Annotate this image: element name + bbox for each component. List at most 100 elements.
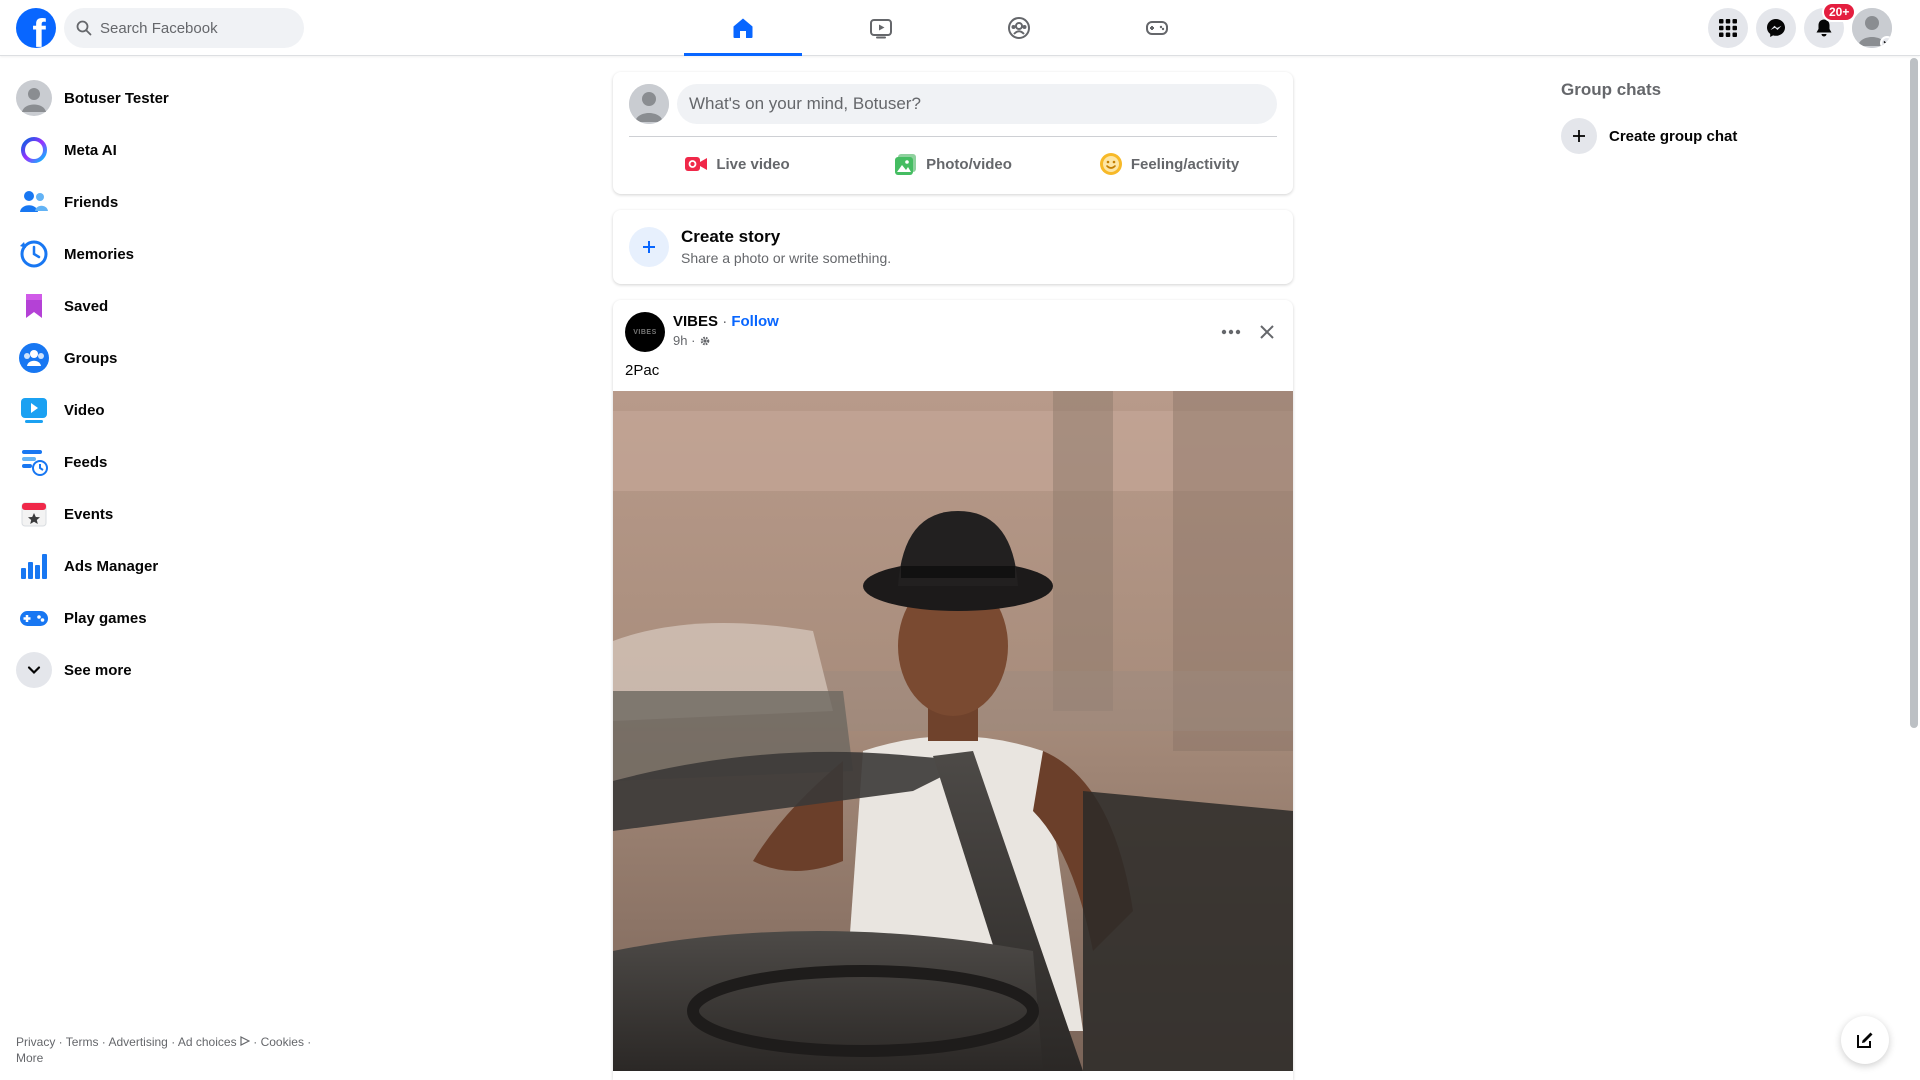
notifications-button[interactable]: 20+ [1804,2,1857,48]
menu-button[interactable] [1708,8,1748,48]
gamepad-icon [16,600,52,636]
chevron-down-icon [1880,36,1892,48]
bar-chart-icon [16,548,52,584]
ad-choices-link[interactable]: Ad choices [178,1035,237,1049]
post-text: 2Pac [625,362,660,379]
advertising-link[interactable]: Advertising [108,1035,167,1049]
cookies-link[interactable]: Cookies [261,1035,304,1049]
close-icon [1260,325,1274,339]
follow-link[interactable]: Follow [731,313,779,330]
create-group-chat-label: Create group chat [1609,127,1738,145]
sidebar-item-profile[interactable]: Botuser Tester [8,72,348,124]
left-sidebar: Botuser Tester Meta AI Friends Memories … [8,72,348,696]
top-navigation-bar: f 20+ [0,0,1920,56]
sidebar-item-label: Friends [64,193,119,211]
sidebar-item-meta-ai[interactable]: Meta AI [8,124,348,176]
composer-actions: Live video Photo/video Feeling/activity [629,144,1277,184]
page-scrollbar[interactable] [1908,56,1920,1080]
footer-links: Privacy · Terms · Advertising · Ad choic… [16,1035,312,1065]
ad-choices-icon [240,1036,251,1046]
tab-home[interactable] [680,0,806,56]
search-input[interactable] [100,19,280,37]
friends-icon [16,184,52,220]
video-icon [16,392,52,428]
plus-icon [629,227,669,267]
photo-icon [895,154,917,175]
account-avatar-button[interactable] [1852,8,1892,48]
bookmark-icon [16,288,52,324]
feeds-icon [16,444,52,480]
meta-ai-icon [16,132,52,168]
post-composer: What's on your mind, Botuser? Live video… [613,72,1293,194]
sidebar-item-video[interactable]: Video [8,384,348,436]
groups-icon [16,340,52,376]
main-nav-tabs [680,0,1232,56]
sidebar-item-label: Video [64,401,105,419]
avatar[interactable]: VIBES [625,312,665,352]
post-timestamp: 9h · [673,333,711,348]
home-icon [733,18,753,38]
search-box[interactable] [64,8,304,48]
sidebar-item-label: Meta AI [64,141,117,159]
sidebar-item-label: Saved [64,297,109,315]
tab-video[interactable] [818,0,944,56]
sidebar-item-memories[interactable]: Memories [8,228,348,280]
feeling-activity-button[interactable]: Feeling/activity [1061,144,1277,184]
sidebar-item-events[interactable]: Events [8,488,348,540]
new-message-button[interactable] [1841,1016,1889,1064]
feed-post: VIBES VIBES · Follow 9h · 2Pac [613,300,1293,1080]
tab-gaming[interactable] [1094,0,1220,56]
more-link[interactable]: More [16,1051,43,1065]
post-image[interactable] [613,391,1293,1071]
group-chats-heading: Group chats [1561,80,1662,99]
notification-badge: 20+ [1822,2,1857,22]
tab-groups[interactable] [956,0,1082,56]
sidebar-item-saved[interactable]: Saved [8,280,348,332]
sidebar-item-groups[interactable]: Groups [8,332,348,384]
chevron-down-icon [16,652,52,688]
top-right-actions: 20+ [1708,2,1892,48]
scrollbar-thumb[interactable] [1910,58,1918,728]
avatar[interactable] [629,84,669,124]
sidebar-item-label: Ads Manager [64,557,159,575]
post-author-line: VIBES · Follow [673,313,779,330]
sidebar-item-feeds[interactable]: Feeds [8,436,348,488]
grid-menu-icon [1719,19,1737,37]
video-play-icon [870,19,892,39]
privacy-link[interactable]: Privacy [16,1035,55,1049]
live-video-icon [685,157,708,171]
sidebar-item-ads-manager[interactable]: Ads Manager [8,540,348,592]
calendar-star-icon [16,496,52,532]
sidebar-item-label: Play games [64,609,147,627]
sidebar-item-label: Events [64,505,114,523]
plus-icon [1561,118,1597,154]
create-story-title: Create story [681,227,781,246]
divider [629,136,1277,137]
gear-icon [700,336,710,345]
compose-edit-icon [1857,1032,1873,1048]
terms-link[interactable]: Terms [66,1035,99,1049]
whats-on-your-mind-input[interactable]: What's on your mind, Botuser? [677,84,1277,124]
sidebar-item-label: Feeds [64,453,108,471]
photo-video-button[interactable]: Photo/video [845,144,1061,184]
sidebar-item-label: Groups [64,349,118,367]
messenger-icon [1767,19,1785,37]
messenger-button[interactable] [1756,8,1796,48]
facebook-logo-icon[interactable]: f [16,8,56,48]
sidebar-item-play-games[interactable]: Play games [8,592,348,644]
hide-post-button[interactable] [1249,314,1285,350]
sidebar-item-label: See more [64,661,132,679]
sidebar-item-label: Botuser Tester [64,89,169,107]
sidebar-item-see-more[interactable]: See more [8,644,348,696]
sidebar-item-friends[interactable]: Friends [8,176,348,228]
search-icon [76,20,92,36]
create-group-chat-button[interactable]: Create group chat [1561,116,1737,156]
profile-avatar-icon [16,80,52,116]
post-author-name[interactable]: VIBES [673,313,718,330]
memories-clock-icon [16,236,52,272]
create-story-card[interactable]: Create story Share a photo or write some… [613,210,1293,284]
sidebar-item-label: Memories [64,245,135,263]
live-video-button[interactable]: Live video [629,144,845,184]
groups-icon [1008,17,1030,39]
post-options-button[interactable] [1213,314,1249,350]
